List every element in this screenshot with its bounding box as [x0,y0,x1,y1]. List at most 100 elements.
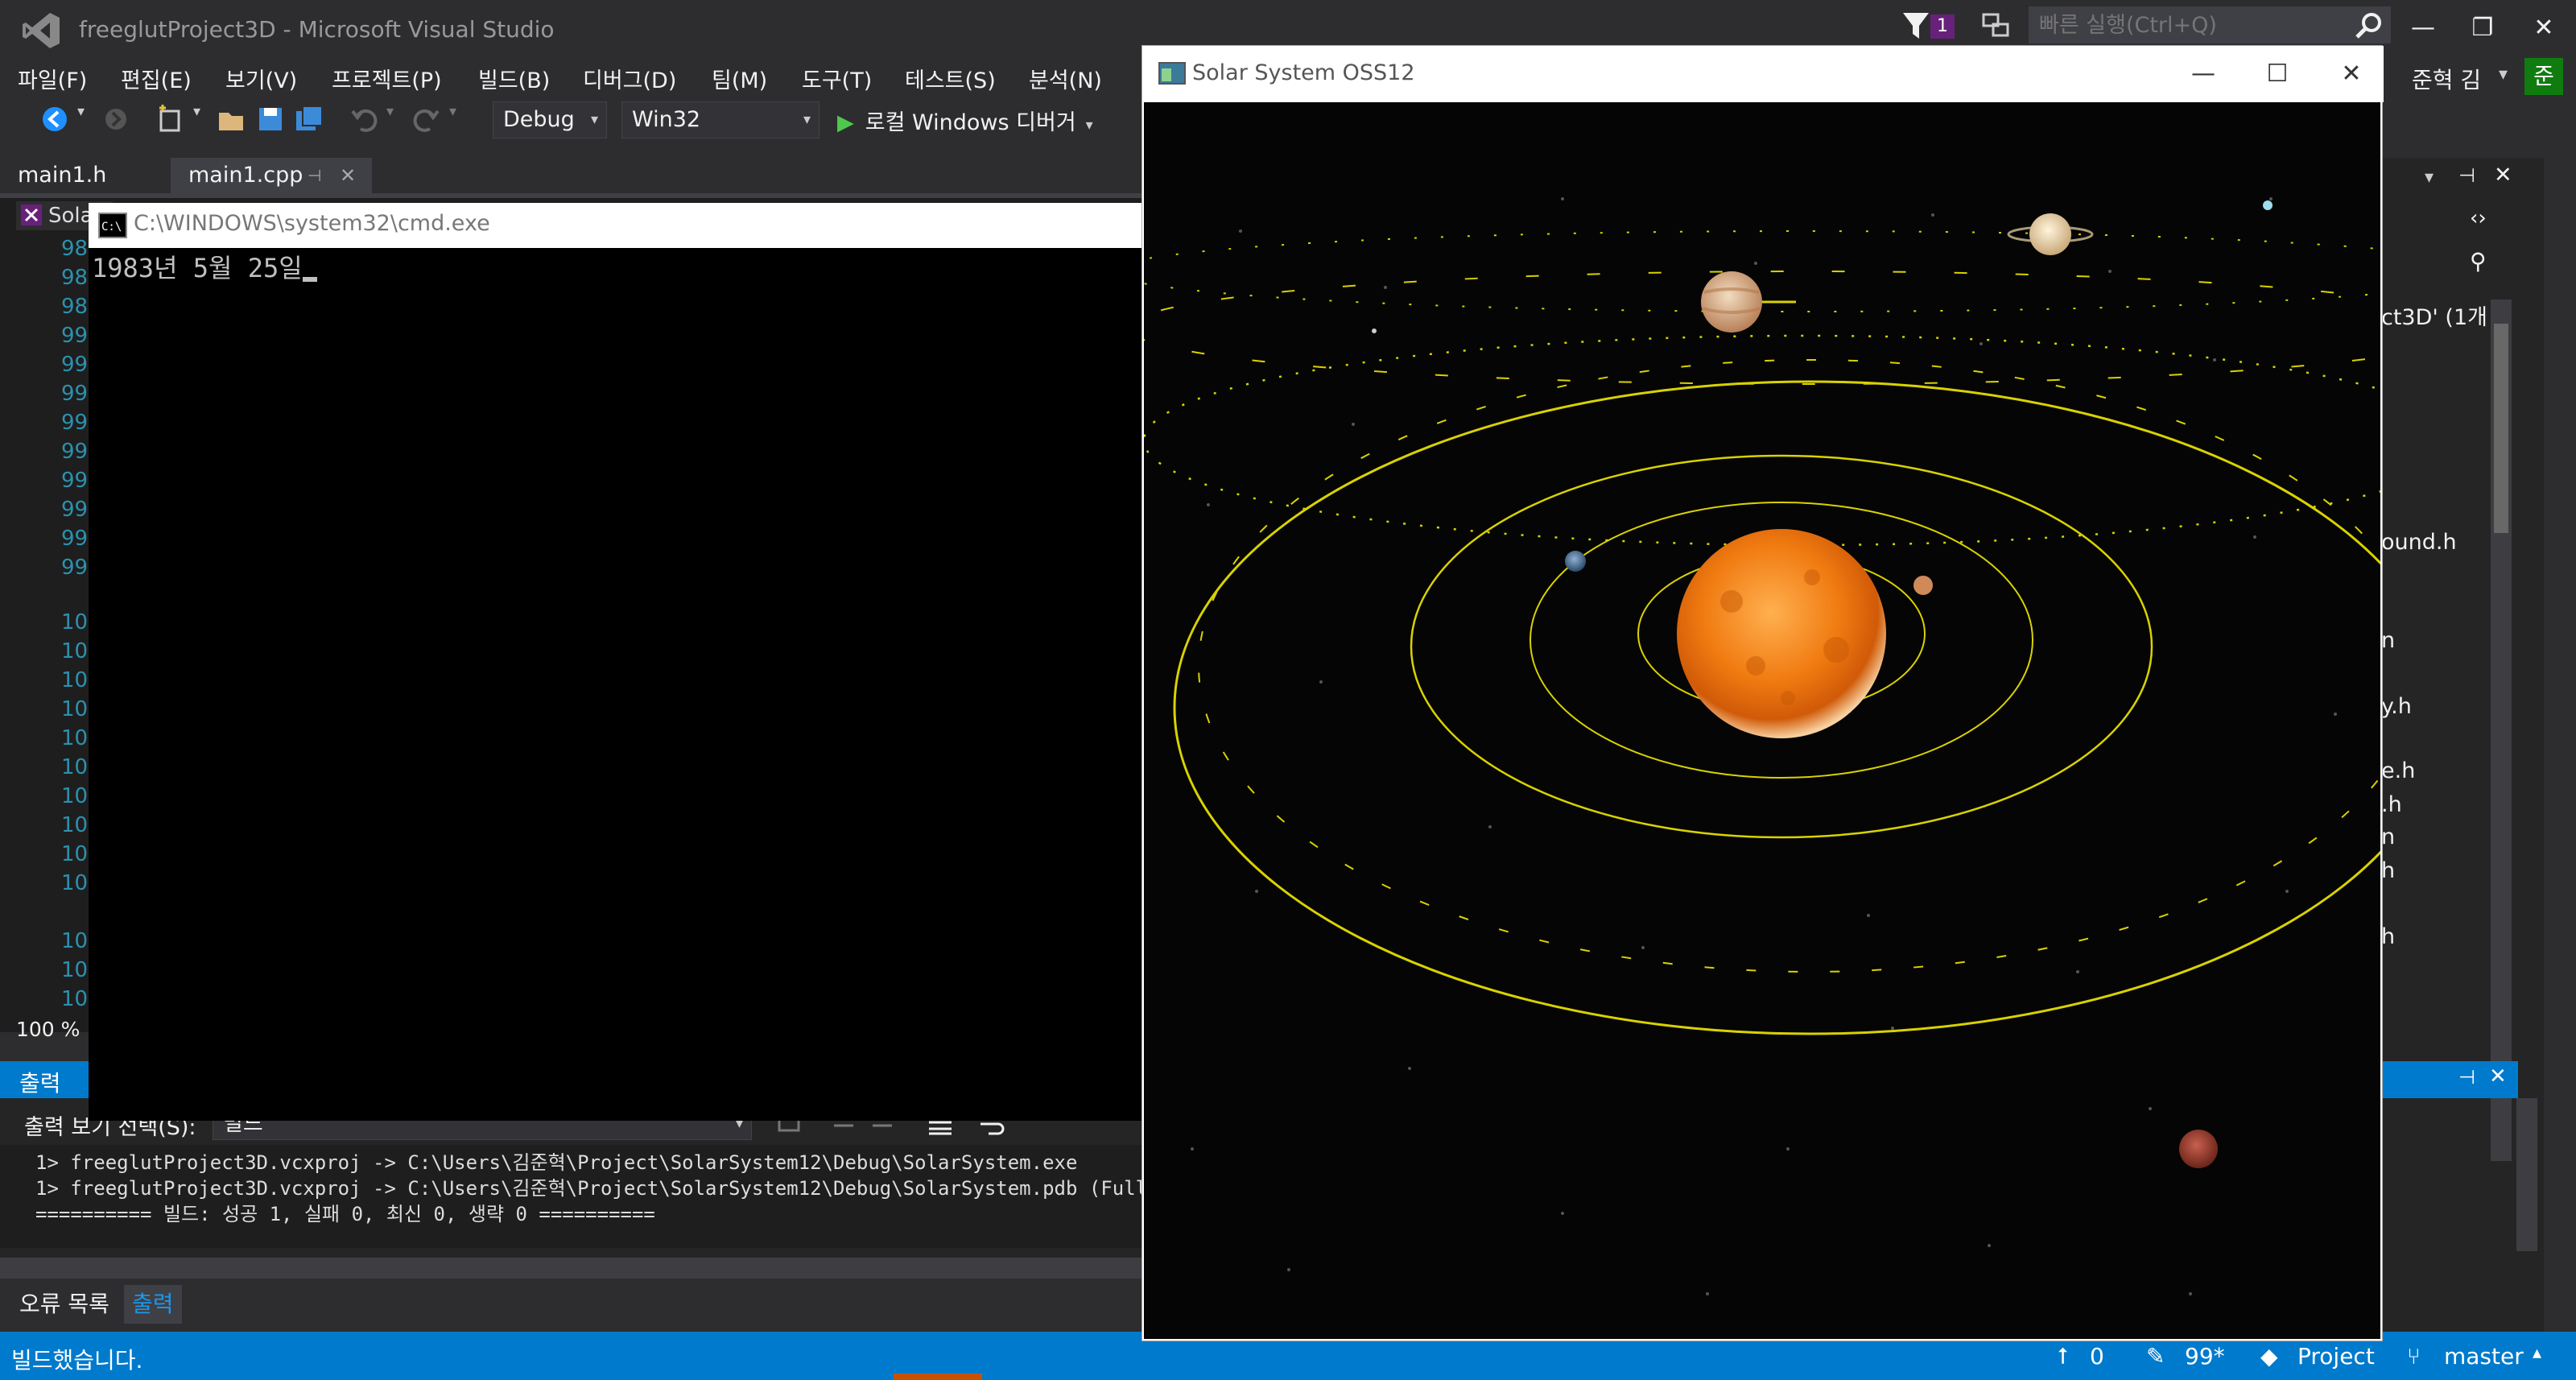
file-item[interactable]: n [2381,824,2395,849]
status-message: 빌드했습니다. [11,1347,143,1374]
search-icon[interactable] [2354,11,2383,40]
chevron-down-icon[interactable]: ▾ [2499,64,2508,85]
solution-project-node[interactable]: ct3D' (1개 [2381,300,2487,331]
search-icon[interactable]: ⚲ [2470,248,2487,275]
solar-system-window[interactable]: Solar System OSS12 — ☐ ✕ [1141,45,2384,1341]
quick-launch-input[interactable] [2029,7,2335,43]
chevron-down-icon: ▾ [590,111,598,128]
menu-debug[interactable]: 디버그(D) [583,63,676,94]
file-item[interactable]: h [2381,924,2395,949]
chevron-down-icon[interactable]: ▾ [386,103,394,120]
close-icon[interactable]: ✕ [2489,1064,2507,1089]
save-icon[interactable] [256,105,285,134]
menu-team[interactable]: 팀(M) [712,63,767,94]
redo-icon[interactable] [412,105,441,134]
close-icon[interactable]: ✕ [2494,163,2512,188]
solar-close-button[interactable]: ✕ [2319,52,2384,96]
menu-tools[interactable]: 도구(T) [802,63,872,94]
file-item[interactable]: ound.h [2381,530,2457,555]
file-item[interactable]: e.h [2381,758,2415,783]
planet-mars [2179,1130,2218,1168]
tab-output[interactable]: 출력 [124,1285,182,1324]
notification-badge[interactable]: 1 [1930,14,1955,39]
feedback-icon[interactable] [1980,10,2013,42]
menu-test[interactable]: 테스트(S) [905,63,996,94]
cmd-output: 1983년 5월 25일 [92,248,317,285]
pin-icon[interactable]: ⊣ [308,158,321,193]
file-item[interactable]: h [2381,858,2395,883]
output-vertical-scrollbar[interactable] [2516,1098,2537,1251]
cmd-title: C:\WINDOWS\system32\cmd.exe [134,211,490,236]
moon [1372,328,1377,333]
tab-main1-h[interactable]: main1.h [0,158,124,193]
window-title: freeglutProject3D - Microsoft Visual Stu… [79,16,555,43]
pending-changes[interactable]: 99* [2185,1343,2225,1370]
pencil-icon[interactable]: ✎ [2146,1343,2165,1370]
menu-bar: 파일(F) 편집(E) 보기(V) 프로젝트(P) 빌드(B) 디버그(D) 팀… [0,60,1143,97]
tab-error-list[interactable]: 오류 목록 [19,1285,109,1324]
text-cursor [302,277,317,282]
chevron-up-icon[interactable]: ▴ [2533,1343,2541,1363]
solar-system-canvas[interactable] [1144,102,2380,1339]
solar-window-title: Solar System OSS12 [1192,60,1415,85]
side-toolbar [2544,158,2576,1332]
branch-name[interactable]: master [2444,1343,2524,1370]
cmd-window[interactable]: C:\ C:\WINDOWS\system32\cmd.exe 1983년 5월… [89,203,1143,1121]
sun [1677,529,1886,738]
back-arrow-icon[interactable] [40,105,69,134]
repository-icon[interactable]: ◆ [2260,1343,2278,1370]
menu-build[interactable]: 빌드(B) [478,63,550,94]
vs-close-button[interactable]: ✕ [2520,8,2568,48]
undo-icon[interactable] [349,105,378,134]
menu-view[interactable]: 보기(V) [225,63,297,94]
file-item[interactable]: y.h [2381,694,2412,719]
chevron-down-icon[interactable]: ▾ [193,103,200,120]
output-panel-header-right: ⊣ ✕ [2381,1061,2518,1098]
chevron-down-icon[interactable]: ▾ [2425,167,2434,188]
bottom-tool-tabs: 오류 목록 출력 [0,1285,1143,1324]
chevron-down-icon: ▾ [803,111,811,128]
code-view-icon[interactable]: ‹› [2470,206,2487,230]
solar-minimize-button[interactable]: — [2171,52,2235,96]
project-icon [21,205,42,225]
branch-icon[interactable]: ⑂ [2407,1343,2421,1370]
scrollbar-thumb[interactable] [2494,324,2508,533]
quick-launch-box[interactable] [2029,6,2391,43]
menu-analyze[interactable]: 분석(N) [1029,63,1102,94]
pin-icon[interactable]: ⊣ [2458,164,2475,187]
configuration-combo[interactable]: Debug ▾ [493,101,607,138]
open-folder-icon[interactable] [217,105,246,134]
svg-text:C:\: C:\ [101,221,122,233]
tab-main1-cpp[interactable]: main1.cpp ⊣ ✕ [171,158,372,193]
start-debugging-button[interactable]: ▶ 로컬 Windows 디버거 ▾ [837,105,1093,136]
document-tabs: main1.h main1.cpp ⊣ ✕ [0,158,1143,193]
repository-name[interactable]: Project [2297,1343,2375,1370]
unpushed-count[interactable]: 0 [2090,1343,2104,1370]
save-all-icon[interactable] [295,105,324,134]
menu-project[interactable]: 프로젝트(P) [332,63,442,94]
toolbar: ▾ ▾ ▾ ▾ Debug ▾ Win32 ▾ ▶ 로컬 Windows 디버거 ▾ [0,97,1143,142]
solar-maximize-button[interactable]: ☐ [2245,52,2310,96]
vs-minimize-button[interactable]: — [2399,8,2447,48]
new-project-icon[interactable] [156,105,185,134]
avatar[interactable]: 준 [2524,58,2563,95]
chevron-down-icon[interactable]: ▾ [449,103,456,120]
glut-window-icon [1158,62,1186,85]
pin-icon[interactable]: ⊣ [2458,1066,2475,1089]
publish-up-icon[interactable]: ⭡ [2058,1343,2068,1370]
output-line: ========== 빌드: 성공 1, 실패 0, 최신 0, 생략 0 ==… [35,1203,655,1225]
file-item[interactable]: n [2381,628,2395,653]
forward-arrow-icon[interactable] [101,105,130,134]
menu-edit[interactable]: 편집(E) [121,63,192,94]
user-name[interactable]: 준혁 김 [2412,63,2481,95]
platform-combo[interactable]: Win32 ▾ [621,101,819,138]
vertical-scrollbar[interactable] [2491,300,2512,1161]
vs-restore-button[interactable]: ❐ [2458,8,2507,48]
menu-file[interactable]: 파일(F) [18,63,87,94]
horizontal-scrollbar[interactable] [0,1258,1143,1279]
planet-venus [1913,576,1933,595]
chevron-down-icon[interactable]: ▾ [77,103,85,120]
zoom-level[interactable]: 100 % [16,1018,80,1041]
close-icon[interactable]: ✕ [340,158,356,193]
file-item[interactable]: .h [2381,792,2402,817]
